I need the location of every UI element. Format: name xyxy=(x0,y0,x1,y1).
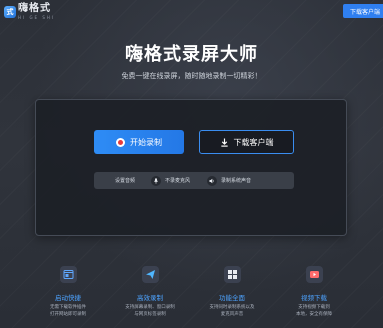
feature-title: 功能全面 xyxy=(219,294,245,302)
logo-icon: 式 xyxy=(4,6,16,18)
feature-desc-line: 打开网站即可录制 xyxy=(50,311,86,317)
record-icon xyxy=(116,137,125,147)
page-subtitle: 免费一键在线录屏，随时随地录制一切精彩！ xyxy=(121,72,262,80)
feature-video-download: 视频下载 支持视频下载到 本地，安全有保障 xyxy=(274,266,354,318)
mic-toggle[interactable]: 不录麦克风 xyxy=(151,175,191,186)
feature-quick-start: 启动快捷 无需下载软件插件 打开网站即可录制 xyxy=(28,266,108,318)
record-panel: 开始录制 下载客户端 设置音频 不录麦克风 录制系统声音 xyxy=(35,99,347,236)
feature-full-function: 功能全面 支持同时录制系统以及 麦克风声音 xyxy=(192,266,272,318)
video-icon xyxy=(305,266,323,283)
start-record-label: 开始录制 xyxy=(130,137,162,147)
logo-subtitle: HI GE SHI xyxy=(18,15,56,20)
mic-label: 不录麦克风 xyxy=(165,178,191,184)
download-client-label: 下载客户端 xyxy=(233,137,274,147)
window-icon xyxy=(59,266,77,283)
logo[interactable]: 式 嗨格式 HI GE SHI xyxy=(4,4,55,20)
system-audio-toggle[interactable]: 录制系统声音 xyxy=(207,175,252,186)
download-icon xyxy=(220,137,228,147)
logo-name: 嗨格式 xyxy=(18,3,51,14)
send-icon xyxy=(141,266,159,283)
audio-settings-label: 设置音频 xyxy=(115,178,136,184)
header-download-button[interactable]: 下载客户端 xyxy=(343,4,383,18)
grid-icon xyxy=(223,266,241,283)
microphone-icon xyxy=(151,175,162,186)
feature-title: 高效录制 xyxy=(137,294,163,302)
feature-title: 启动快捷 xyxy=(55,294,81,302)
feature-efficient-record: 高效录制 支持屏幕录制、窗口录制 与网页标签录制 xyxy=(110,266,190,318)
speaker-icon xyxy=(207,175,218,186)
feature-title: 视频下载 xyxy=(301,294,327,302)
feature-desc-line: 本地，安全有保障 xyxy=(296,311,332,317)
feature-desc-line: 与网页标签录制 xyxy=(134,311,166,317)
page-title: 嗨格式录屏大师 xyxy=(125,44,258,65)
start-record-button[interactable]: 开始录制 xyxy=(94,130,184,154)
feature-desc-line: 麦克风声音 xyxy=(220,311,244,317)
download-client-button[interactable]: 下载客户端 xyxy=(199,130,294,154)
audio-settings-bar: 设置音频 不录麦克风 录制系统声音 xyxy=(94,172,294,189)
system-audio-label: 录制系统声音 xyxy=(221,178,252,184)
